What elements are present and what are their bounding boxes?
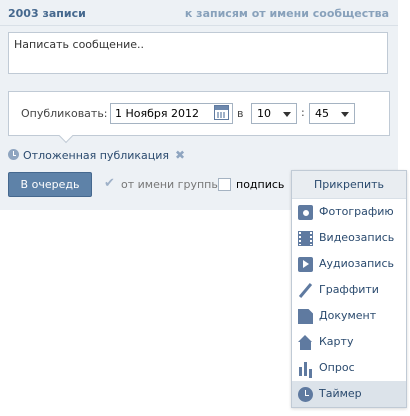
minute-value: 45 [315, 107, 329, 120]
attach-item-label: Видеозапись [319, 231, 395, 244]
as-group-label[interactable]: от имени группы [121, 178, 220, 191]
attach-map-item[interactable]: Карту [292, 329, 406, 355]
attach-timer-item[interactable]: Таймер [292, 381, 406, 407]
attach-video-item[interactable]: Видеозапись [292, 225, 406, 251]
attach-item-label: Опрос [319, 361, 355, 374]
poll-icon [298, 361, 313, 376]
time-separator: : [301, 106, 305, 119]
post-count[interactable]: 2003 записи [8, 7, 86, 20]
publish-label: Опубликовать: [21, 107, 108, 120]
publish-date-input[interactable]: 1 Ноября 2012 [110, 103, 233, 124]
graffiti-icon [298, 283, 313, 298]
community-posts-link[interactable]: к записям от имени сообщества [185, 7, 389, 20]
photo-icon [298, 205, 313, 220]
timer-icon [298, 387, 313, 402]
as-group-checkbox[interactable]: ✔ [104, 177, 117, 191]
hour-value: 10 [257, 107, 271, 120]
attach-menu: Прикрепить Фотографию Видеозапись Аудиоз… [291, 170, 407, 408]
map-icon [298, 335, 313, 350]
attach-item-label: Аудиозапись [319, 257, 394, 270]
hour-select[interactable]: 10 [251, 103, 297, 124]
attach-item-label: Карту [319, 335, 354, 348]
attach-photo-item[interactable]: Фотографию [292, 199, 406, 225]
signature-checkbox[interactable] [218, 178, 231, 191]
chevron-down-icon [283, 112, 291, 117]
attach-menu-title[interactable]: Прикрепить [292, 171, 406, 199]
attach-audio-item[interactable]: Аудиозапись [292, 251, 406, 277]
delayed-publication: Отложенная публикация ✖ [8, 148, 185, 162]
attach-item-label: Фотографию [319, 205, 394, 218]
queue-button[interactable]: В очередь [8, 172, 92, 197]
clock-icon [8, 149, 19, 160]
message-input[interactable]: Написать сообщение.. [8, 32, 388, 74]
at-label: в [237, 107, 244, 120]
delayed-label: Отложенная публикация [23, 149, 170, 162]
attach-document-item[interactable]: Документ [292, 303, 406, 329]
chevron-down-icon [341, 112, 349, 117]
attach-graffiti-item[interactable]: Граффити [292, 277, 406, 303]
audio-icon [298, 257, 313, 272]
signature-label[interactable]: подпись [236, 178, 284, 191]
publish-time-box: Опубликовать: 1 Ноября 2012 в 10 : 45 [8, 91, 390, 144]
document-icon [298, 309, 313, 324]
close-icon[interactable]: ✖ [175, 148, 185, 162]
wall-header: 2003 записи к записям от имени сообществ… [0, 0, 398, 26]
publish-date-value: 1 Ноября 2012 [115, 107, 199, 120]
attach-item-label: Таймер [319, 387, 362, 400]
attach-item-label: Документ [319, 309, 377, 322]
box-pointer [58, 128, 74, 144]
minute-select[interactable]: 45 [309, 103, 355, 124]
attach-item-label: Граффити [319, 283, 379, 296]
attach-poll-item[interactable]: Опрос [292, 355, 406, 381]
calendar-icon[interactable] [214, 105, 229, 120]
video-icon [298, 231, 313, 246]
